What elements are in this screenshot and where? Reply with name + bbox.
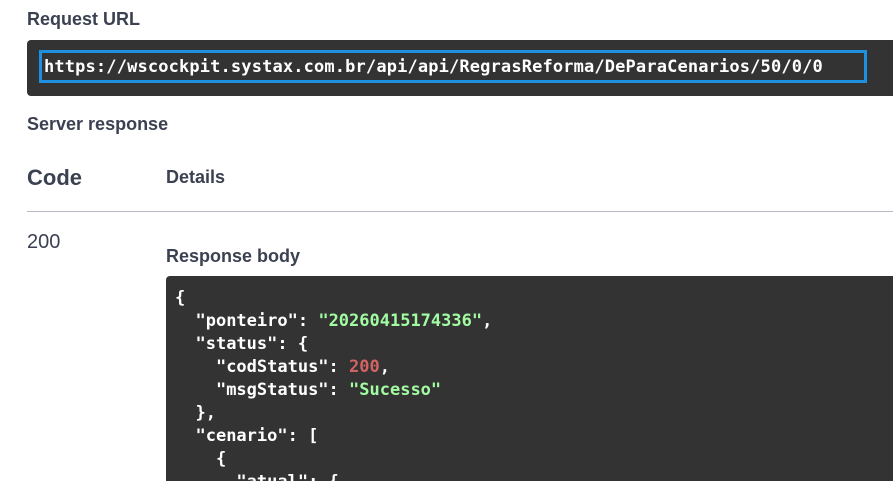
response-body-label: Response body (166, 246, 301, 266)
request-url-box: https://wscockpit.systax.com.br/api/api/… (27, 40, 893, 96)
json-key-msgstatus: "msgStatus" (215, 380, 329, 400)
request-url-text[interactable]: https://wscockpit.systax.com.br/api/api/… (44, 56, 823, 78)
json-key-codstatus: "codStatus" (215, 357, 329, 377)
details-column-header: Details (166, 167, 226, 187)
json-value-codstatus: 200 (349, 357, 380, 377)
json-key-ponteiro: "ponteiro" (195, 311, 298, 331)
code-column-header: Code (27, 165, 82, 190)
json-key-atual: "atual" (236, 472, 308, 481)
json-value-msgstatus: "Sucesso" (349, 380, 442, 400)
request-url-label: Request URL (27, 9, 141, 29)
response-status-code: 200 (27, 231, 61, 253)
server-response-label: Server response (27, 114, 169, 134)
response-body-json: { "ponteiro": "20260415174336", "status"… (175, 287, 492, 481)
json-value-ponteiro: "20260415174336" (318, 311, 483, 331)
json-key-status: "status" (195, 334, 278, 354)
json-key-cenario: "cenario" (195, 426, 288, 446)
table-divider (27, 211, 893, 212)
response-body-code-block[interactable]: { "ponteiro": "20260415174336", "status"… (166, 276, 893, 481)
json-open-brace: { (175, 288, 186, 308)
